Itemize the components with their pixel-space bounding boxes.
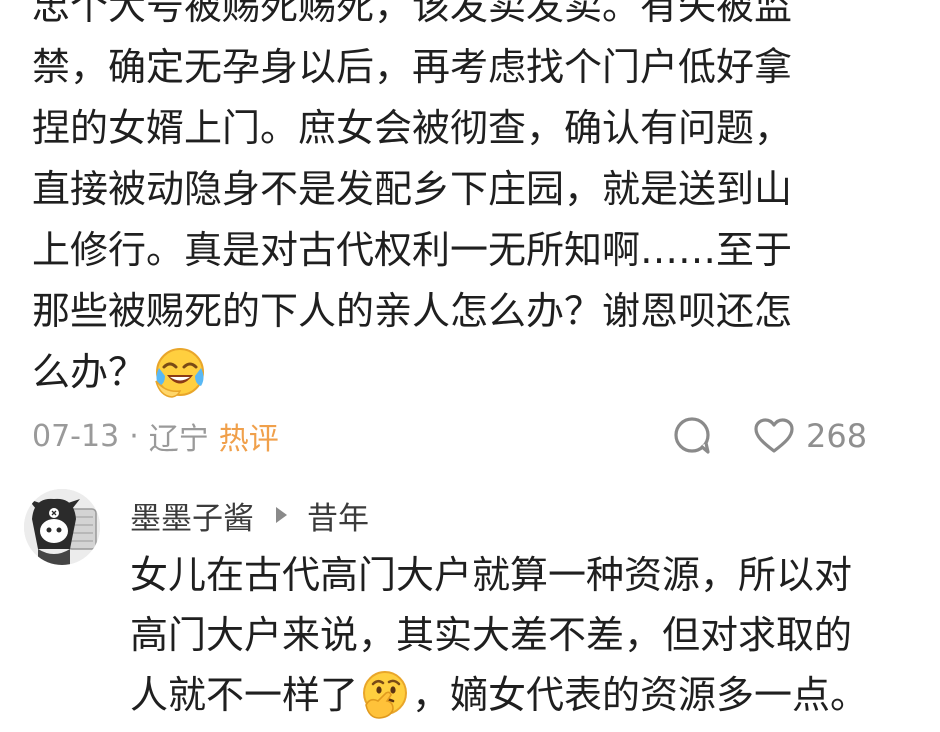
hot-comment-badge: 热评 [218, 422, 279, 457]
comment-line: 那些被赐死的下人的亲人怎么办？谢恩呗还怎 [32, 289, 793, 333]
avatar[interactable] [24, 489, 100, 565]
reply-bubble-icon[interactable] [670, 414, 714, 458]
comment-line: 捏的女婿上门。庶女会被彻查，确认有问题， [32, 106, 793, 150]
comment-text: 忠个大号被赐死赐死，该发卖发卖。有失被监 禁，确定无孕身以后，再考虑找个门户低好… [32, 0, 892, 403]
reply-to-username[interactable]: 昔年 [307, 493, 369, 538]
kuromi-avatar-icon [24, 489, 100, 565]
like-button[interactable]: 268 [754, 414, 867, 458]
heart-icon [754, 418, 794, 453]
comment-line-last: 么办？ [32, 342, 892, 403]
reply-line-last: 人就不一样了 ，嫡女代表的资源多一点。 [130, 665, 920, 725]
reply-header: 墨墨子酱 昔年 [130, 489, 369, 541]
reply-username[interactable]: 墨墨子酱 [130, 493, 254, 538]
comment-line: 禁，确定无孕身以后，再考虑找个门户低好拿 [32, 45, 793, 89]
reply-line: 高门大户来说，其实大差不差，但对求取的 [130, 613, 853, 657]
like-count: 268 [806, 417, 868, 455]
comment-meta: 07-13 · 辽宁 热评 268 [32, 408, 908, 464]
comment-line: 上修行。真是对古代权利一无所知啊……至于 [32, 228, 793, 272]
meta-separator: · [129, 418, 139, 454]
thinking-face-icon [363, 670, 408, 719]
comment-line: 直接被动隐身不是发配乡下庄园，就是送到山 [32, 167, 793, 211]
comment-date: 07-13 [32, 418, 120, 454]
reply-line: 女儿在古代高门大户就算一种资源，所以对 [130, 553, 853, 597]
laughing-crying-emoji-icon [155, 347, 205, 398]
comment-line: 忠个大号被赐死赐死，该发卖发卖。有失被监 [32, 0, 793, 28]
reply-arrow-icon [276, 507, 287, 523]
reply-text: 女儿在古代高门大户就算一种资源，所以对 高门大户来说，其实大差不差，但对求取的 … [130, 545, 920, 725]
comment-location: 辽宁 [148, 422, 209, 457]
